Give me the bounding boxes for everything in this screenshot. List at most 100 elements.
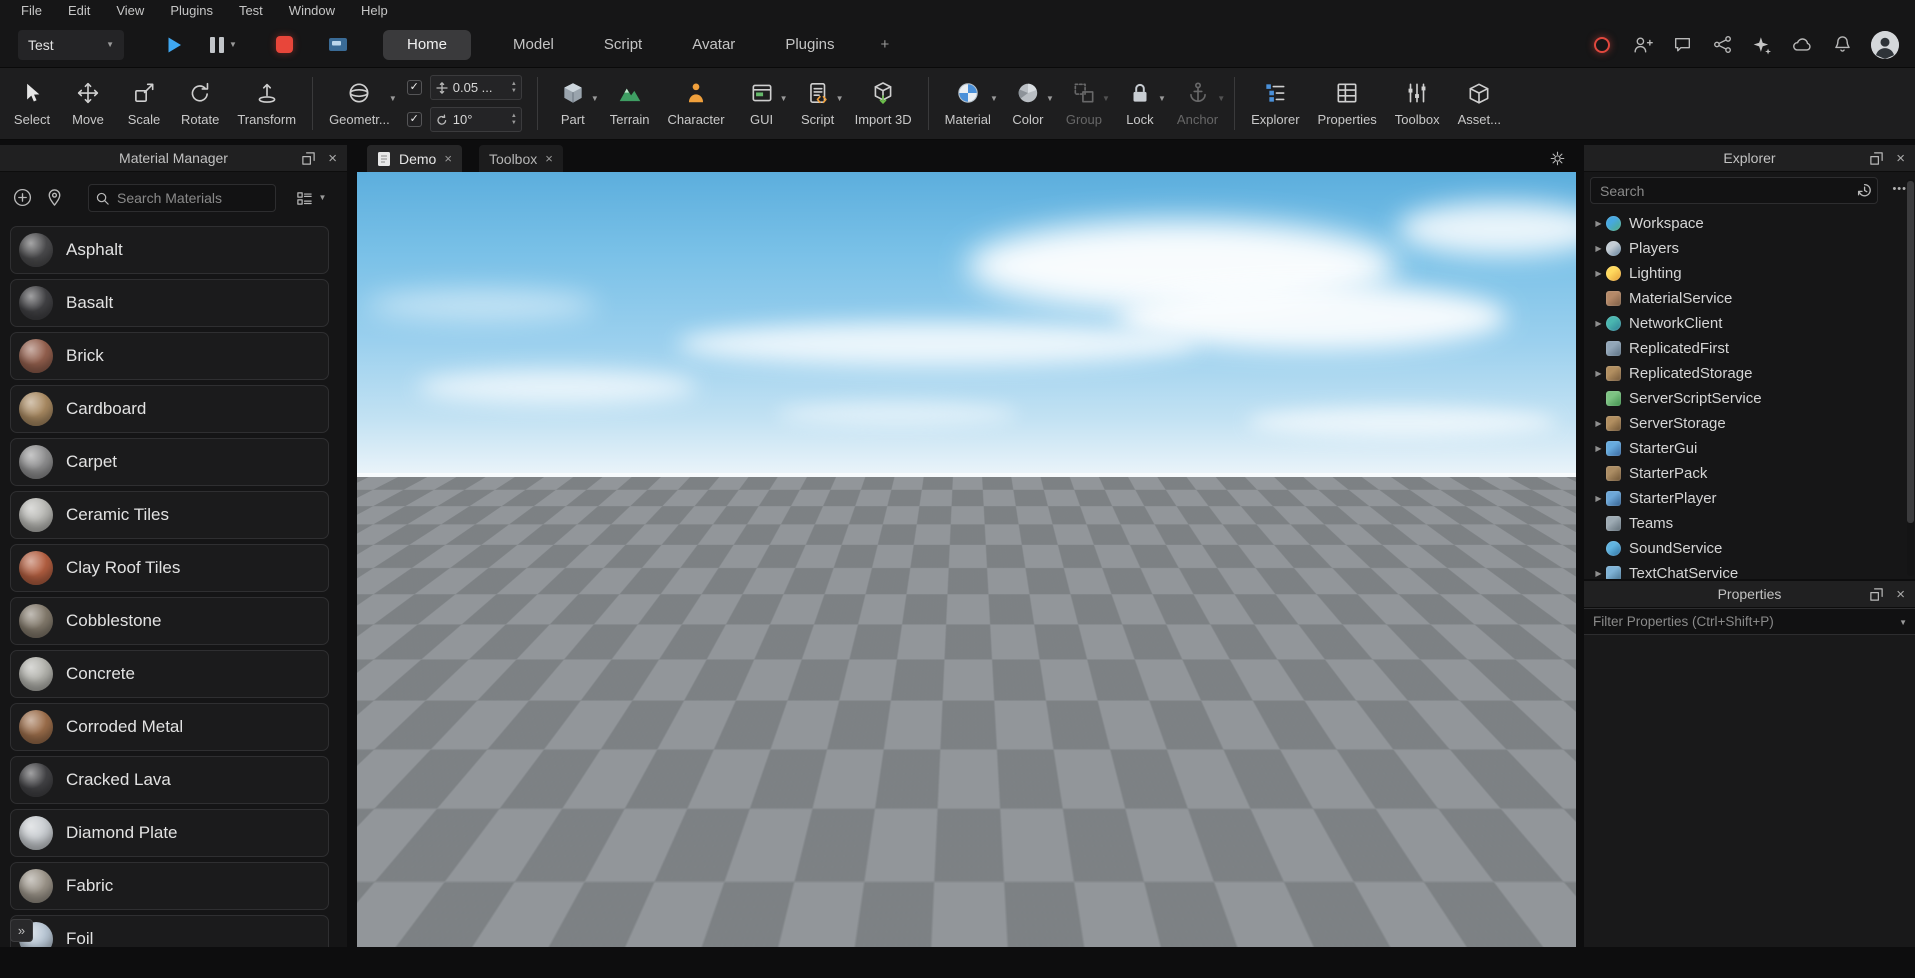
material-manager-header[interactable]: Material Manager × (0, 145, 347, 172)
asset-manager-button[interactable]: Asset... (1449, 68, 1510, 139)
tree-item[interactable]: ReplicatedFirst (1584, 336, 1907, 361)
expand-arrow-icon[interactable]: ▶ (1591, 369, 1606, 378)
tree-item[interactable]: SoundService (1584, 536, 1907, 561)
tree-item[interactable]: MaterialService (1584, 286, 1907, 311)
material-item[interactable]: Brick (10, 332, 329, 380)
explorer-header[interactable]: Explorer × (1584, 145, 1915, 172)
viewport-3d[interactable] (357, 172, 1576, 947)
material-item[interactable]: Foil (10, 915, 329, 947)
tree-item[interactable]: ▶ StarterPlayer (1584, 486, 1907, 511)
tree-item[interactable]: ▶ ReplicatedStorage (1584, 361, 1907, 386)
notifications-icon[interactable] (1831, 34, 1853, 56)
pick-material-button[interactable] (44, 187, 65, 208)
terrain-editor-button[interactable]: Terrain (601, 68, 659, 139)
explorer-scrollbar[interactable] (1907, 179, 1914, 576)
expand-arrow-icon[interactable]: ▶ (1591, 444, 1606, 453)
doc-tab-demo[interactable]: Demo × (367, 145, 462, 172)
invite-collaborator-icon[interactable] (1631, 34, 1653, 56)
stop-record-button[interactable] (276, 22, 293, 67)
material-search-input[interactable] (88, 184, 276, 212)
close-icon[interactable]: × (444, 151, 452, 166)
menu-item[interactable]: Plugins (157, 0, 226, 22)
tree-item[interactable]: ▶ NetworkClient (1584, 311, 1907, 336)
ribbon-tab[interactable]: Home (383, 30, 471, 60)
snap-move-stepper[interactable]: 0.05 ... ▲▼ (430, 75, 522, 100)
import-3d-button[interactable]: Import 3D (846, 68, 921, 139)
close-icon[interactable]: × (545, 151, 553, 166)
material-button[interactable]: Material ▼ (936, 68, 1000, 139)
expand-arrow-icon[interactable]: ▶ (1591, 494, 1606, 503)
move-tool-button[interactable]: Move (60, 68, 116, 139)
material-item[interactable]: Cardboard (10, 385, 329, 433)
play-button[interactable] (162, 22, 186, 67)
close-icon[interactable]: × (1896, 587, 1905, 602)
float-panel-icon[interactable] (1869, 151, 1884, 166)
close-icon[interactable]: × (1896, 151, 1905, 166)
snap-rotate-checkbox[interactable] (407, 112, 422, 127)
close-icon[interactable]: × (328, 151, 337, 166)
scrollbar-thumb[interactable] (1907, 181, 1914, 523)
explorer-search-input[interactable] (1590, 177, 1878, 204)
material-item[interactable]: Basalt (10, 279, 329, 327)
toggle-toolbox-button[interactable]: Toolbox (1386, 68, 1449, 139)
collapse-panel-button[interactable]: » (10, 919, 33, 942)
color-button[interactable]: Color ▼ (1000, 68, 1056, 139)
menu-item[interactable]: Help (348, 0, 401, 22)
stepper-arrows[interactable]: ▲▼ (511, 113, 517, 126)
material-item[interactable]: Cobblestone (10, 597, 329, 645)
geometry-mode-button[interactable]: Geometr... ▼ (320, 68, 399, 139)
expand-arrow-icon[interactable]: ▶ (1591, 569, 1606, 578)
material-item[interactable]: Corroded Metal (10, 703, 329, 751)
menu-item[interactable]: Window (276, 0, 348, 22)
ribbon-tab[interactable]: + (877, 30, 894, 60)
tree-item[interactable]: ▶ Lighting (1584, 261, 1907, 286)
rotate-tool-button[interactable]: Rotate (172, 68, 228, 139)
tab-settings-button[interactable] (1549, 150, 1566, 172)
transform-tool-button[interactable]: Transform (228, 68, 305, 139)
account-avatar[interactable] (1871, 31, 1899, 59)
group-button[interactable]: Group ▼ (1056, 68, 1112, 139)
material-item[interactable]: Diamond Plate (10, 809, 329, 857)
properties-filter-input[interactable] (1584, 608, 1915, 635)
share-icon[interactable] (1711, 34, 1733, 56)
expand-arrow-icon[interactable]: ▶ (1591, 269, 1606, 278)
float-panel-icon[interactable] (1869, 587, 1884, 602)
properties-header[interactable]: Properties × (1584, 581, 1915, 608)
doc-tab-toolbox[interactable]: Toolbox × (479, 145, 563, 172)
material-item[interactable]: Fabric (10, 862, 329, 910)
expand-arrow-icon[interactable]: ▶ (1591, 219, 1606, 228)
tree-item[interactable]: ▶ Workspace (1584, 211, 1907, 236)
tree-item[interactable]: ▶ ServerStorage (1584, 411, 1907, 436)
stepper-arrows[interactable]: ▲▼ (511, 81, 517, 94)
pause-button[interactable]: ▼ (210, 22, 237, 67)
view-mode-dropdown[interactable]: ▼ (285, 184, 337, 212)
toggle-properties-button[interactable]: Properties (1309, 68, 1386, 139)
tree-item[interactable]: StarterPack (1584, 461, 1907, 486)
snap-move-checkbox[interactable] (407, 80, 422, 95)
material-item[interactable]: Ceramic Tiles (10, 491, 329, 539)
comments-icon[interactable] (1671, 34, 1693, 56)
ribbon-tab[interactable]: Plugins (777, 30, 842, 60)
material-item[interactable]: Cracked Lava (10, 756, 329, 804)
toggle-explorer-button[interactable]: Explorer (1242, 68, 1308, 139)
lock-button[interactable]: Lock ▼ (1112, 68, 1168, 139)
expand-arrow-icon[interactable]: ▶ (1591, 319, 1606, 328)
tree-item[interactable]: Teams (1584, 511, 1907, 536)
material-item[interactable]: Clay Roof Tiles (10, 544, 329, 592)
recording-indicator-icon[interactable] (1591, 34, 1613, 56)
scale-tool-button[interactable]: Scale (116, 68, 172, 139)
tree-item[interactable]: ▶ Players (1584, 236, 1907, 261)
menu-item[interactable]: File (8, 0, 55, 22)
float-panel-icon[interactable] (301, 151, 316, 166)
gui-button[interactable]: GUI ▼ (734, 68, 790, 139)
baseplate-ground[interactable] (357, 477, 1576, 947)
material-item[interactable]: Carpet (10, 438, 329, 486)
screen-view-button[interactable] (326, 22, 350, 67)
tree-item[interactable]: ▶ TextChatService (1584, 561, 1907, 579)
character-button[interactable]: Character (659, 68, 734, 139)
ribbon-tab[interactable]: Model (505, 30, 562, 60)
menu-item[interactable]: View (103, 0, 157, 22)
expand-arrow-icon[interactable]: ▶ (1591, 419, 1606, 428)
explorer-more-button[interactable]: ••• (1892, 183, 1907, 195)
select-tool-button[interactable]: Select (4, 68, 60, 139)
